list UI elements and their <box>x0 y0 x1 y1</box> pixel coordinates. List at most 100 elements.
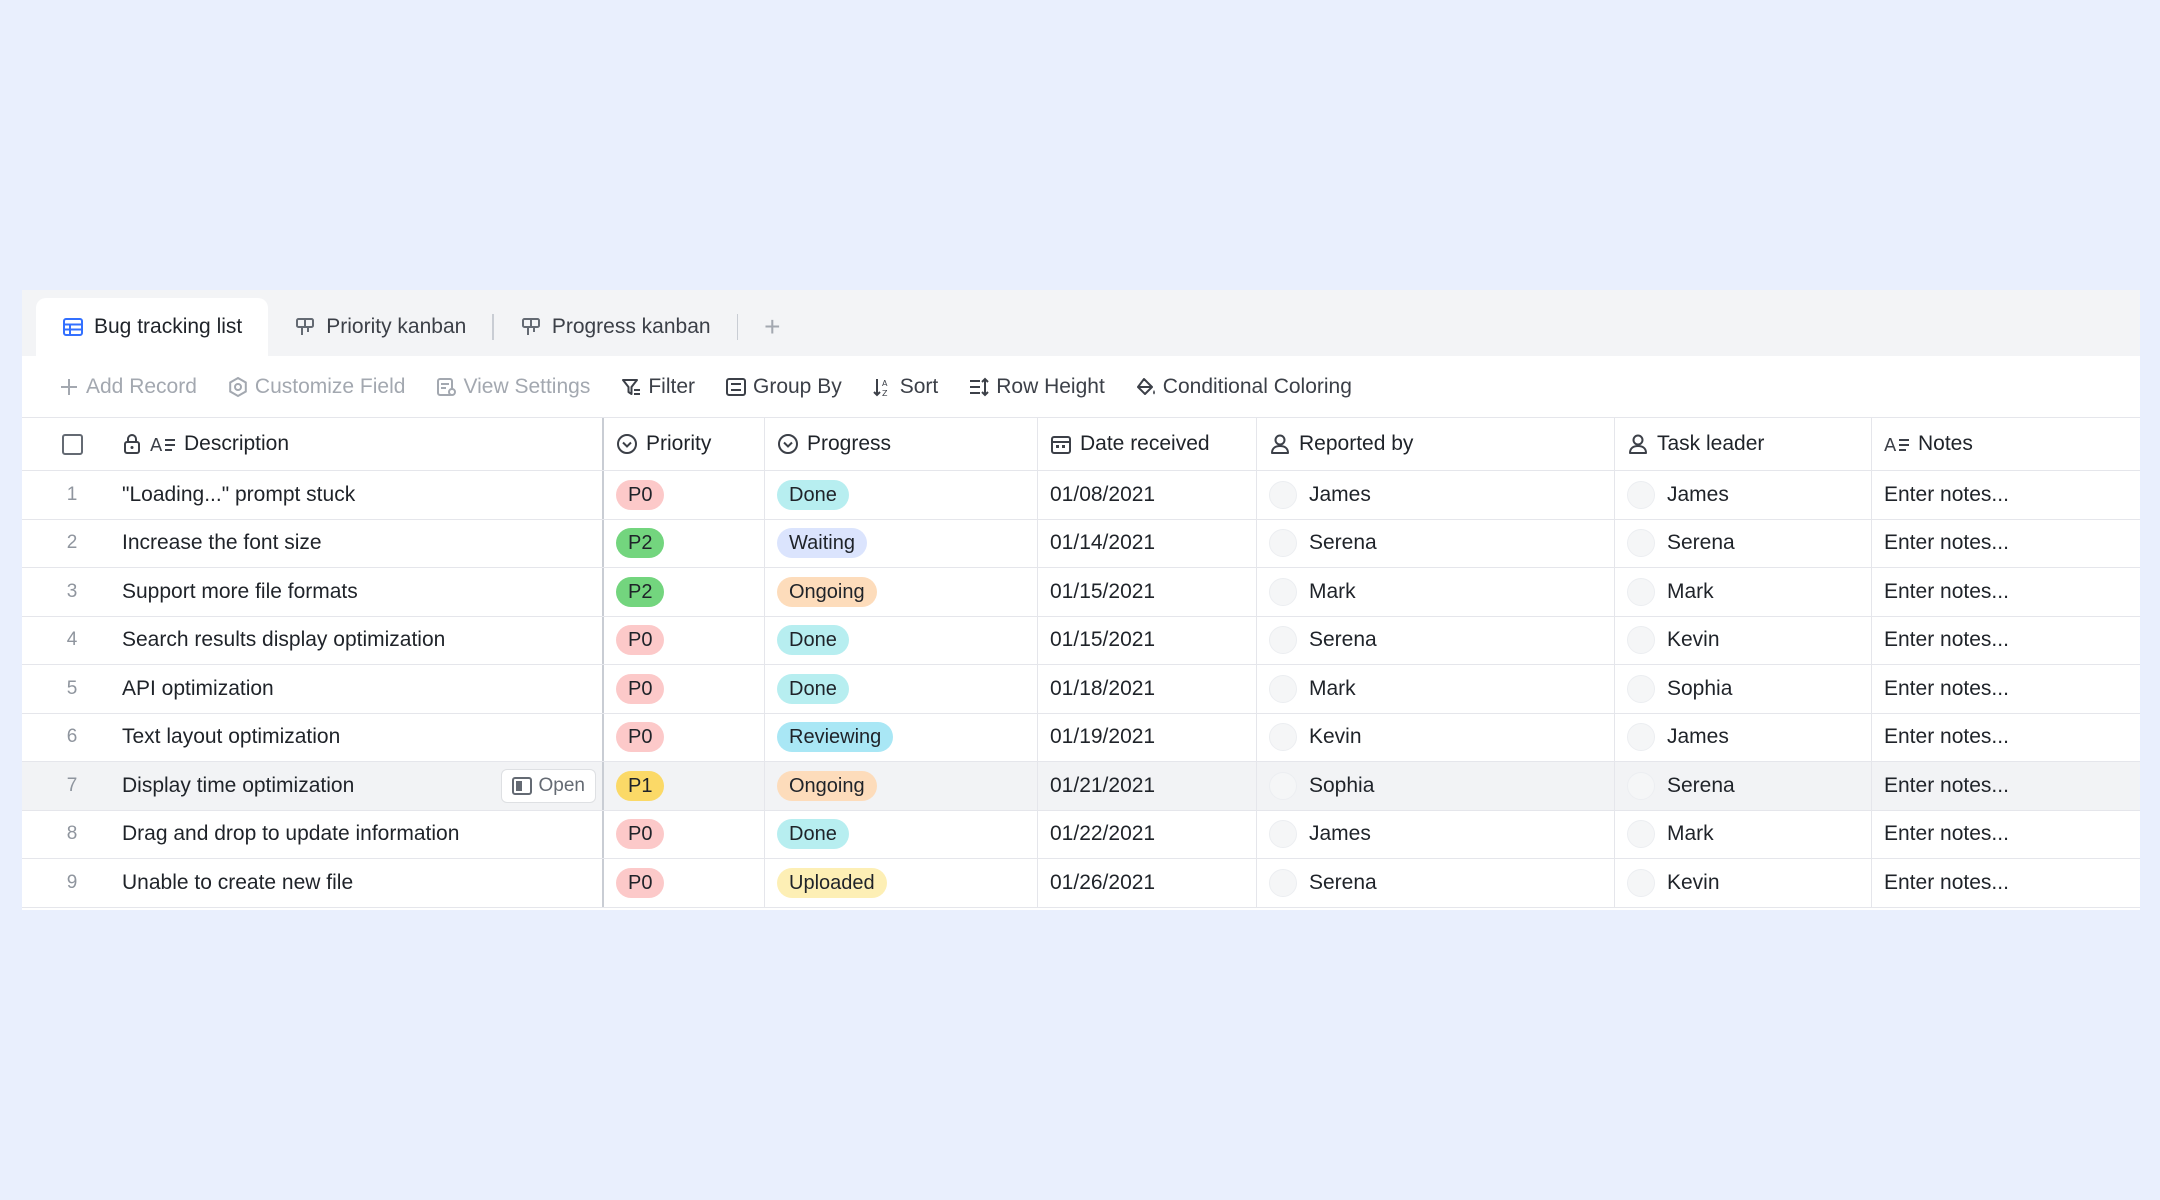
priority-cell[interactable]: P0 <box>604 810 765 858</box>
table-row[interactable]: 2 Increase the font size P2 Waiting 01/14/20… <box>22 519 2140 568</box>
progress-cell[interactable]: Reviewing <box>765 713 1038 761</box>
progress-cell[interactable]: Uploaded <box>765 859 1038 907</box>
conditional-coloring-button[interactable]: Conditional Coloring <box>1135 375 1352 399</box>
reported-by-cell[interactable]: Kevin <box>1257 713 1615 761</box>
reported-by-cell[interactable]: Mark <box>1257 665 1615 713</box>
table-row[interactable]: 9 Unable to create new file P0 Uploaded 01/2… <box>22 859 2140 908</box>
table-row[interactable]: 7 Display time optimization Open P1 Ongoing 0… <box>22 762 2140 811</box>
date-cell[interactable]: 01/08/2021 <box>1038 471 1257 519</box>
add-view-button[interactable]: + <box>738 298 806 356</box>
table-row[interactable]: 8 Drag and drop to update information P0 Do… <box>22 810 2140 859</box>
filter-button[interactable]: Filter <box>620 375 695 399</box>
table-row[interactable]: 6 Text layout optimization P0 Reviewing 01/1… <box>22 713 2140 762</box>
progress-cell[interactable]: Done <box>765 810 1038 858</box>
priority-cell[interactable]: P0 <box>604 616 765 664</box>
column-header-task-leader[interactable]: Task leader <box>1615 418 1872 470</box>
progress-cell[interactable]: Waiting <box>765 519 1038 567</box>
priority-cell[interactable]: P0 <box>604 471 765 519</box>
column-header-notes[interactable]: A Notes <box>1872 418 2140 470</box>
date-cell[interactable]: 01/19/2021 <box>1038 713 1257 761</box>
kanban-icon <box>294 316 316 338</box>
priority-cell[interactable]: P2 <box>604 519 765 567</box>
progress-cell[interactable]: Ongoing <box>765 568 1038 616</box>
notes-cell[interactable]: Enter notes... <box>1872 471 2140 519</box>
select-all-checkbox[interactable] <box>61 433 83 455</box>
task-leader-cell[interactable]: Kevin <box>1615 616 1872 664</box>
priority-cell[interactable]: P1 <box>604 762 765 810</box>
description-cell[interactable]: Text layout optimization <box>122 713 604 761</box>
row-height-button[interactable]: Row Height <box>968 375 1105 399</box>
notes-cell[interactable]: Enter notes... <box>1872 811 2140 859</box>
reported-by-cell[interactable]: Serena <box>1257 519 1615 567</box>
avatar <box>1269 577 1297 606</box>
priority-cell[interactable]: P0 <box>604 713 765 761</box>
task-leader-cell[interactable]: Mark <box>1615 810 1872 858</box>
date-cell[interactable]: 01/26/2021 <box>1038 859 1257 907</box>
notes-cell[interactable]: Enter notes... <box>1872 714 2140 762</box>
reported-by-cell[interactable]: James <box>1257 471 1615 519</box>
description-cell[interactable]: Increase the font size <box>122 519 604 567</box>
notes-cell[interactable]: Enter notes... <box>1872 665 2140 713</box>
tab-priority-kanban[interactable]: Priority kanban <box>268 298 492 356</box>
table-row[interactable]: 3 Support more file formats P2 Ongoing 01/15… <box>22 568 2140 617</box>
priority-cell[interactable]: P0 <box>604 665 765 713</box>
progress-cell[interactable]: Done <box>765 471 1038 519</box>
table-row[interactable]: 5 API optimization P0 Done 01/18/2021 Mark Sop… <box>22 665 2140 714</box>
description-cell[interactable]: Drag and drop to update information <box>122 810 604 858</box>
description-cell[interactable]: API optimization <box>122 665 604 713</box>
description-cell[interactable]: Display time optimization Open <box>122 762 604 810</box>
task-leader-cell[interactable]: James <box>1615 471 1872 519</box>
date-cell[interactable]: 01/18/2021 <box>1038 665 1257 713</box>
column-header-date-received[interactable]: Date received <box>1038 418 1257 470</box>
progress-cell[interactable]: Done <box>765 616 1038 664</box>
notes-cell[interactable]: Enter notes... <box>1872 617 2140 665</box>
date-cell[interactable]: 01/15/2021 <box>1038 568 1257 616</box>
tab-progress-kanban[interactable]: Progress kanban <box>494 298 737 356</box>
table-row[interactable]: 4 Search results display optimization P0 Do… <box>22 616 2140 665</box>
reported-by-cell[interactable]: Serena <box>1257 616 1615 664</box>
task-leader-cell[interactable]: Sophia <box>1615 665 1872 713</box>
reported-by-cell[interactable]: Sophia <box>1257 762 1615 810</box>
description-cell[interactable]: Search results display optimization <box>122 616 604 664</box>
reporter-name: Mark <box>1309 676 1356 700</box>
add-record-button[interactable]: Add Record <box>58 375 197 399</box>
progress-cell[interactable]: Done <box>765 665 1038 713</box>
sort-button[interactable]: AZ Sort <box>872 375 938 399</box>
progress-cell[interactable]: Ongoing <box>765 762 1038 810</box>
tab-bug-tracking-list[interactable]: Bug tracking list <box>36 298 269 356</box>
reported-by-cell[interactable]: Serena <box>1257 859 1615 907</box>
task-leader-cell[interactable]: James <box>1615 713 1872 761</box>
notes-cell[interactable]: Enter notes... <box>1872 568 2140 616</box>
customize-field-button[interactable]: Customize Field <box>227 374 406 399</box>
date-cell[interactable]: 01/21/2021 <box>1038 762 1257 810</box>
reported-by-cell[interactable]: Mark <box>1257 568 1615 616</box>
task-leader-cell[interactable]: Mark <box>1615 568 1872 616</box>
description-cell[interactable]: Support more file formats <box>122 568 604 616</box>
customize-field-label: Customize Field <box>254 374 406 398</box>
description-cell[interactable]: "Loading..." prompt stuck <box>122 471 604 519</box>
reported-by-cell[interactable]: James <box>1257 810 1615 858</box>
task-leader-cell[interactable]: Serena <box>1615 762 1872 810</box>
task-leader-cell[interactable]: Kevin <box>1615 859 1872 907</box>
description-text: Text layout optimization <box>122 725 341 749</box>
column-header-description[interactable]: A Description <box>122 418 604 470</box>
column-header-reported-by[interactable]: Reported by <box>1257 418 1615 470</box>
column-header-label: Reported by <box>1299 432 1414 455</box>
priority-cell[interactable]: P2 <box>604 568 765 616</box>
column-header-progress[interactable]: Progress <box>765 418 1038 470</box>
notes-cell[interactable]: Enter notes... <box>1872 762 2140 810</box>
group-by-button[interactable]: Group By <box>725 375 842 399</box>
notes-cell[interactable]: Enter notes... <box>1872 520 2140 568</box>
date-cell[interactable]: 01/22/2021 <box>1038 810 1257 858</box>
date-cell[interactable]: 01/14/2021 <box>1038 519 1257 567</box>
priority-cell[interactable]: P0 <box>604 859 765 907</box>
table-row[interactable]: 1 "Loading..." prompt stuck P0 Done 01/08/20… <box>22 471 2140 520</box>
description-cell[interactable]: Unable to create new file <box>122 859 604 907</box>
conditional-coloring-label: Conditional Coloring <box>1162 374 1352 398</box>
task-leader-cell[interactable]: Serena <box>1615 519 1872 567</box>
date-cell[interactable]: 01/15/2021 <box>1038 616 1257 664</box>
open-record-button[interactable]: Open <box>500 768 596 803</box>
column-header-priority[interactable]: Priority <box>604 418 765 470</box>
notes-cell[interactable]: Enter notes... <box>1872 859 2140 907</box>
view-settings-button[interactable]: View Settings <box>435 375 590 399</box>
